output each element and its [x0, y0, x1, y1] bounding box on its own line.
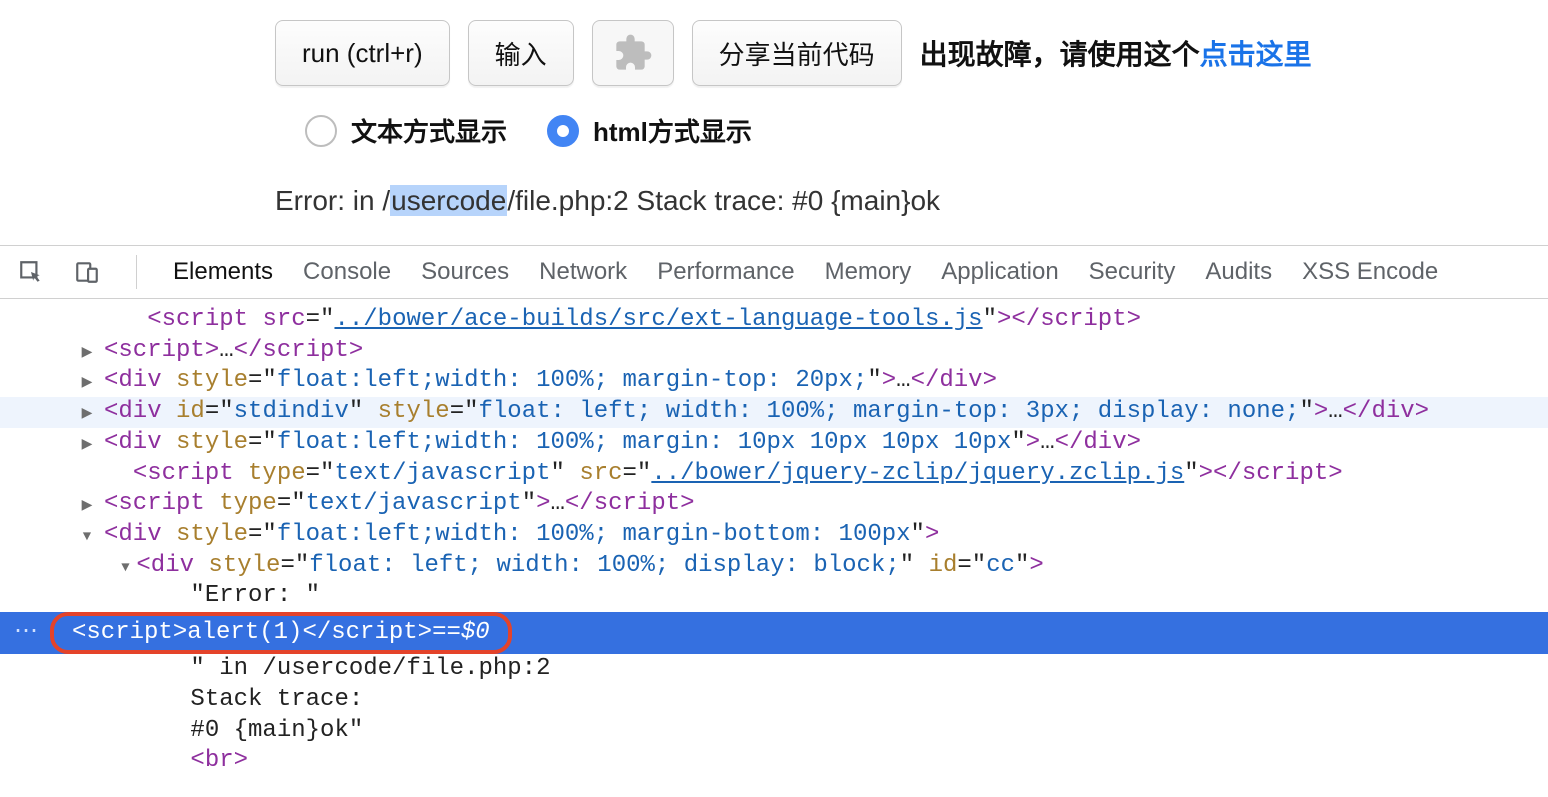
- dom-row-selected[interactable]: ⋯ <script>alert(1)</script> == $0: [0, 612, 1548, 654]
- error-suffix: /file.php:2 Stack trace: #0 {main}ok: [507, 185, 940, 216]
- puzzle-icon: [613, 33, 653, 73]
- fault-prefix: 出现故障，请使用这个: [920, 39, 1200, 70]
- dom-text[interactable]: Stack trace:: [0, 685, 1548, 716]
- overflow-icon[interactable]: ⋯: [0, 618, 50, 649]
- devtools-tabbar: Elements Console Sources Network Perform…: [0, 245, 1548, 299]
- fault-text: 出现故障，请使用这个点击这里: [920, 33, 1312, 73]
- expand-icon[interactable]: [80, 428, 94, 459]
- text-node: "Error: ": [190, 581, 320, 612]
- radio-icon: [547, 115, 579, 147]
- radio-icon: [305, 115, 337, 147]
- attr-value: float:left;width: 100%; margin-top: 20px…: [277, 366, 868, 397]
- text-node: " in /usercode/file.php:2: [190, 654, 550, 685]
- tab-application[interactable]: Application: [941, 258, 1058, 286]
- attr-value: float: left; width: 100%; margin-top: 3p…: [479, 397, 1300, 428]
- attr-value: stdindiv: [234, 397, 349, 428]
- collapse-icon[interactable]: [118, 551, 132, 582]
- radio-label: html方式显示: [593, 112, 752, 149]
- console-ref: $0: [461, 618, 490, 649]
- tag: </script>: [302, 618, 432, 649]
- error-output: Error: in /usercode/file.php:2 Stack tra…: [275, 185, 1548, 217]
- dom-text[interactable]: " in /usercode/file.php:2: [0, 654, 1548, 685]
- text-node: alert(1): [187, 618, 302, 649]
- expand-icon[interactable]: [80, 336, 94, 367]
- dom-row-hover[interactable]: <div id="stdindiv" style="float: left; w…: [0, 397, 1548, 428]
- attr-link[interactable]: ../bower/jquery-zclip/jquery.zclip.js: [651, 459, 1184, 490]
- tab-performance[interactable]: Performance: [657, 258, 794, 286]
- tag: <br>: [190, 746, 248, 777]
- tab-elements[interactable]: Elements: [173, 258, 273, 286]
- dom-row[interactable]: <br>: [0, 746, 1548, 777]
- tab-sources[interactable]: Sources: [421, 258, 509, 286]
- tab-memory[interactable]: Memory: [825, 258, 912, 286]
- expand-icon[interactable]: [80, 489, 94, 520]
- tab-network[interactable]: Network: [539, 258, 627, 286]
- attr-value: cc: [986, 551, 1015, 582]
- radio-text-mode[interactable]: 文本方式显示: [305, 112, 507, 149]
- attr-value: float: left; width: 100%; display: block…: [309, 551, 900, 582]
- page-top: run (ctrl+r) 输入 分享当前代码 出现故障，请使用这个点击这里 文本…: [0, 0, 1548, 227]
- eq: ==: [432, 618, 461, 649]
- dom-row[interactable]: <div style="float:left;width: 100%; marg…: [0, 520, 1548, 551]
- dom-row[interactable]: <script type="text/javascript">…</script…: [0, 489, 1548, 520]
- fault-link[interactable]: 点击这里: [1200, 39, 1312, 70]
- tab-security[interactable]: Security: [1089, 258, 1176, 286]
- display-mode-radios: 文本方式显示 html方式显示: [305, 112, 1548, 149]
- dom-row[interactable]: <div style="float: left; width: 100%; di…: [0, 551, 1548, 582]
- collapse-icon[interactable]: [80, 520, 94, 551]
- expand-icon[interactable]: [80, 397, 94, 428]
- dom-row-truncated[interactable]: <script src="../bower/ace-builds/src/ext…: [0, 305, 1548, 336]
- expand-icon[interactable]: [80, 366, 94, 397]
- radio-html-mode[interactable]: html方式显示: [547, 112, 752, 149]
- error-prefix: Error: in /: [275, 185, 390, 216]
- text-node: #0 {main}ok": [190, 716, 363, 747]
- dom-row[interactable]: <script>…</script>: [0, 336, 1548, 367]
- dom-text[interactable]: "Error: ": [0, 581, 1548, 612]
- tag: <script>: [72, 618, 187, 649]
- text-node: Stack trace:: [190, 685, 363, 716]
- divider: [136, 255, 137, 289]
- toolbar: run (ctrl+r) 输入 分享当前代码 出现故障，请使用这个点击这里: [275, 20, 1548, 86]
- run-button[interactable]: run (ctrl+r): [275, 20, 450, 86]
- dom-row[interactable]: <script type="text/javascript" src="../b…: [0, 459, 1548, 490]
- attr-value: text/javascript: [306, 489, 522, 520]
- attr-value: text/javascript: [334, 459, 550, 490]
- dom-row[interactable]: <div style="float:left;width: 100%; marg…: [0, 428, 1548, 459]
- tab-audits[interactable]: Audits: [1205, 258, 1272, 286]
- attr-value: float:left;width: 100%; margin-bottom: 1…: [277, 520, 911, 551]
- share-button[interactable]: 分享当前代码: [692, 20, 902, 86]
- tag: <script>: [104, 336, 219, 367]
- tag: </script>: [234, 336, 364, 367]
- input-button[interactable]: 输入: [468, 20, 574, 86]
- extension-button[interactable]: [592, 20, 674, 86]
- radio-label: 文本方式显示: [351, 112, 507, 149]
- dom-text[interactable]: #0 {main}ok": [0, 716, 1548, 747]
- tab-console[interactable]: Console: [303, 258, 391, 286]
- ellipsis: …: [219, 336, 233, 367]
- device-icon[interactable]: [74, 259, 100, 285]
- attr-value: float:left;width: 100%; margin: 10px 10p…: [277, 428, 1012, 459]
- truncated-link: ../bower/ace-builds/src/ext-language-too…: [334, 305, 982, 336]
- dom-row[interactable]: <div style="float:left;width: 100%; marg…: [0, 366, 1548, 397]
- error-selection: usercode: [390, 185, 507, 216]
- inspect-icon[interactable]: [18, 259, 44, 285]
- selected-highlight-box: <script>alert(1)</script> == $0: [50, 612, 512, 654]
- dom-tree[interactable]: <script src="../bower/ace-builds/src/ext…: [0, 299, 1548, 797]
- tab-xss-encode[interactable]: XSS Encode: [1302, 258, 1438, 286]
